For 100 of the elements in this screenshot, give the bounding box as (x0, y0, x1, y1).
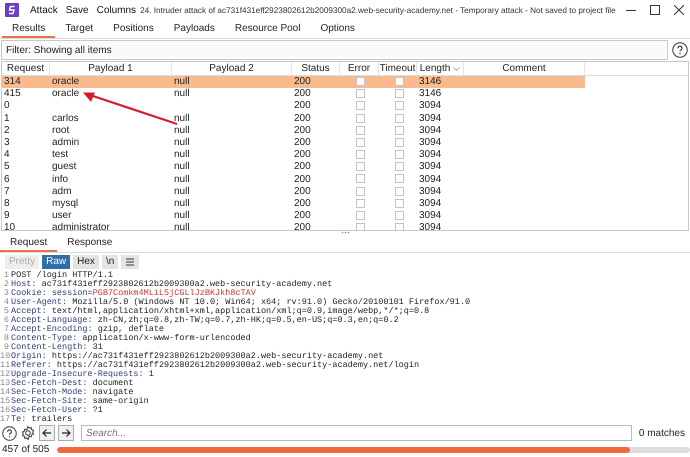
view-button[interactable]: Raw (42, 254, 70, 268)
table-cell: null (174, 76, 190, 88)
line-number: 11 (0, 361, 9, 370)
code-line: Sec-Fetch-Site: same-origin (11, 397, 149, 406)
table-cell: 3094 (419, 186, 442, 197)
tab[interactable]: Options (310, 20, 365, 38)
column-header[interactable]: Error (340, 62, 379, 75)
window-title: 24. Intruder attack of ac731f431eff2923802612b2009300a2.web-security-academy.net - Temporary attack - Not saved to project file (140, 6, 616, 14)
table-row[interactable]: 3 admin null 200 3094 (2, 136, 688, 150)
tab[interactable]: Target (55, 20, 104, 38)
search-field[interactable]: Search... (81, 425, 632, 441)
table-cell: 200 (294, 76, 311, 88)
match-count: 0 matches (638, 428, 686, 438)
code-line: Sec-Fetch-User: ?1 (11, 406, 103, 415)
table-row[interactable]: 0 200 3094 (2, 100, 688, 113)
table-cell: 9 (4, 210, 10, 222)
table-cell: 3 (4, 137, 10, 148)
code-line: Sec-Fetch-Dest: document (11, 379, 134, 388)
menu-item[interactable]: Columns (92, 1, 140, 19)
table-cell: null (174, 137, 190, 148)
table-row[interactable]: 5 guest null 200 3094 (2, 161, 688, 174)
table-row[interactable]: 4 test null 200 3094 (2, 149, 688, 162)
code-line: Accept-Encoding: gzip, deflate (11, 325, 164, 334)
table-row[interactable]: 2 root null 200 3094 (2, 124, 688, 137)
table-cell: 200 (294, 222, 311, 230)
line-number: 16 (0, 406, 9, 415)
table-row[interactable]: 415 oracle null 200 3146 (2, 88, 688, 100)
column-header[interactable]: Comment (464, 62, 585, 75)
table-cell: 3094 (419, 137, 442, 148)
table-cell: null (174, 88, 190, 100)
table-cell: 0 (4, 100, 10, 112)
table-row[interactable]: 8 mysql null 200 3094 (2, 198, 688, 210)
line-number: 2 (2, 280, 9, 289)
table-cell: 200 (294, 174, 311, 185)
column-header[interactable]: Request (2, 62, 50, 75)
table-cell: 3094 (419, 210, 442, 222)
tab[interactable]: Payloads (164, 20, 225, 38)
table-cell: null (174, 186, 190, 197)
table-cell: null (174, 174, 190, 185)
line-number: 7 (2, 325, 9, 334)
line-number: 10 (0, 352, 9, 361)
table-cell: 200 (294, 137, 311, 148)
table-cell: 3094 (419, 112, 442, 124)
table-cell: guest (52, 161, 76, 172)
table-cell: 200 (294, 88, 311, 100)
code-line: Content-Type: application/x-www-form-urlencoded (11, 334, 251, 343)
table-cell: user (52, 210, 72, 222)
table-cell: 6 (4, 174, 10, 185)
table-cell: 2 (4, 124, 10, 136)
table-row[interactable]: 7 adm null 200 3094 (2, 186, 688, 198)
tab[interactable]: Request (0, 234, 58, 252)
table-row[interactable]: 314 oracle null 200 3146 (2, 76, 585, 88)
menu-item[interactable]: Attack (26, 1, 62, 19)
line-number: 5 (2, 307, 9, 316)
table-cell: 4 (4, 149, 10, 160)
code-line: Cookie: session=PGB7Comkm4MLiL5jCGLlJzBKJkh8cTAV (11, 289, 256, 298)
table-cell: 10 (4, 222, 16, 230)
code-line: Referer: https://ac731f431eff2923802612b2009300a2.web-security-academy.net/login (11, 361, 420, 370)
code-line: Te: trailers (11, 415, 72, 424)
table-cell: 415 (4, 88, 21, 100)
table-cell: 3094 (419, 149, 442, 160)
line-number: 6 (2, 316, 9, 325)
table-row[interactable]: 9 user null 200 3094 (2, 210, 688, 222)
table-row[interactable]: 10 administrator null 200 3094 (2, 222, 688, 230)
table-cell: mysql (52, 198, 78, 209)
column-header[interactable]: Status (292, 62, 340, 75)
table-cell: 3094 (419, 198, 442, 209)
code-line: POST /login HTTP/1.1 (11, 271, 114, 280)
tab[interactable]: Resource Pool (224, 20, 310, 38)
view-button[interactable]: Hex (73, 254, 99, 268)
table-cell: 200 (294, 124, 311, 136)
column-header[interactable]: Length (417, 62, 464, 75)
table-cell: 3146 (419, 76, 442, 88)
table-cell: 200 (294, 210, 311, 222)
table-cell: null (174, 112, 190, 124)
line-number: 12 (0, 370, 9, 379)
menu-item[interactable]: Save (62, 1, 93, 19)
code-line: Sec-Fetch-Mode: navigate (11, 388, 134, 397)
column-header[interactable]: Timeout (379, 62, 417, 75)
line-number: 13 (0, 379, 9, 388)
filter-bar[interactable]: Filter: Showing all items (1, 40, 668, 60)
table-cell: oracle (52, 76, 80, 88)
table-row[interactable]: 1 carlos null 200 3094 (2, 112, 688, 125)
line-number: 15 (0, 397, 9, 406)
table-cell: null (174, 124, 190, 136)
table-cell: null (174, 161, 190, 172)
view-button[interactable]: \n (102, 254, 118, 268)
code-line: Content-Length: 31 (11, 343, 103, 352)
table-cell: 7 (4, 186, 10, 197)
table-cell: 3094 (419, 222, 442, 230)
column-header[interactable]: Payload 1 (50, 62, 172, 75)
table-cell: administrator (52, 222, 110, 230)
table-cell: 3094 (419, 124, 442, 136)
column-header[interactable]: Payload 2 (172, 62, 292, 75)
tab[interactable]: Results (2, 20, 56, 38)
code-line: User-Agent: Mozilla/5.0 (Windows NT 10.0; Win64; x64; rv:91.0) Gecko/20100101 Firefox/91.0 (11, 298, 470, 307)
tab[interactable]: Response (57, 234, 122, 252)
tab[interactable]: Positions (103, 20, 164, 38)
table-row[interactable]: 6 info null 200 3094 (2, 174, 688, 186)
progress-text: 457 of 505 (2, 444, 50, 455)
